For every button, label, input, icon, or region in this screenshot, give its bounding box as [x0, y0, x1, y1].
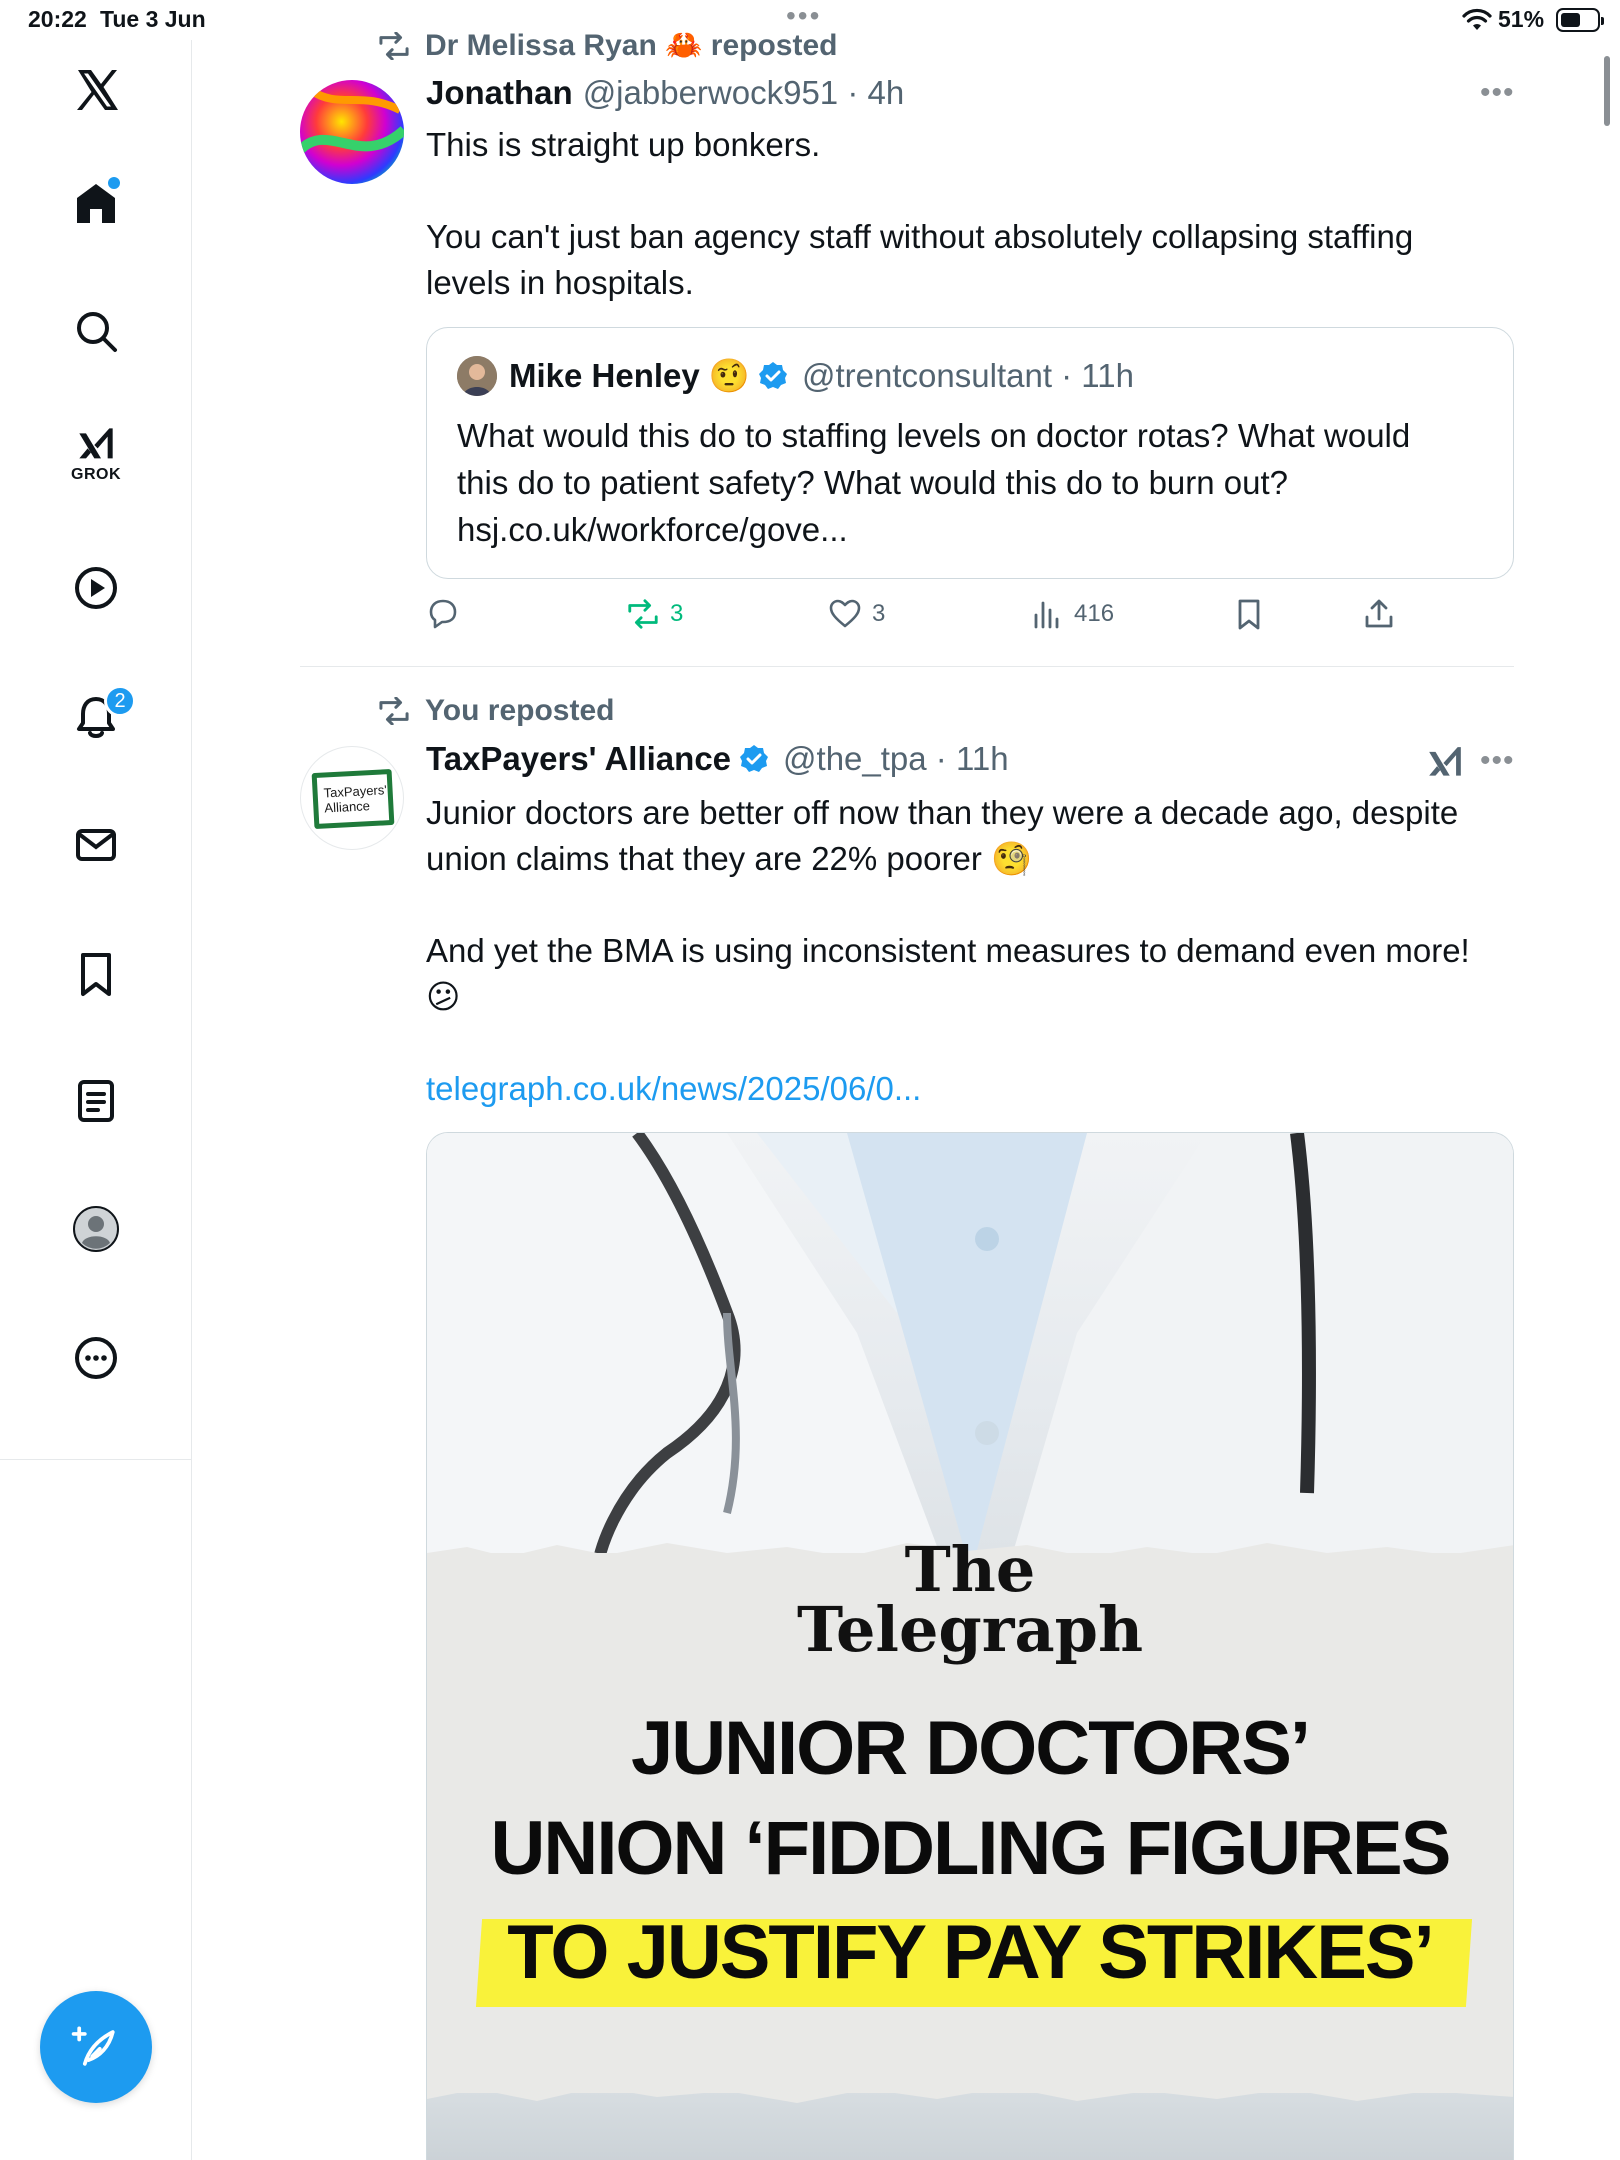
status-date: Tue 3 Jun	[100, 6, 206, 32]
x-logo-icon[interactable]	[66, 60, 126, 120]
article-link[interactable]: telegraph.co.uk/news/2025/06/0...	[426, 1066, 1526, 1112]
battery-percent: 51%	[1498, 6, 1545, 32]
verified-badge-icon	[740, 745, 769, 772]
messages-icon[interactable]	[66, 815, 126, 875]
coat-bottom	[427, 2079, 1513, 2160]
tweet-separator	[300, 666, 1514, 667]
article-image[interactable]: The Telegraph JUNIOR DOCTORS’ UNION ‘FID…	[426, 1132, 1514, 2160]
sidebar-divider	[0, 1459, 192, 1460]
views-count: 416	[1074, 600, 1115, 627]
views-button[interactable]: 416	[1030, 597, 1114, 631]
repost-context: You reposted	[377, 694, 614, 728]
status-time: 20:22	[28, 6, 87, 32]
search-icon[interactable]	[66, 301, 126, 361]
headline-line-1: JUNIOR DOCTORS’	[630, 1706, 1311, 1791]
like-count: 3	[872, 600, 886, 627]
avatar[interactable]: TaxPayers' Alliance	[300, 746, 404, 850]
bookmarks-icon[interactable]	[66, 944, 126, 1004]
verified-badge-icon	[759, 362, 788, 389]
repost-by-text[interactable]: You reposted	[425, 694, 614, 728]
repost-count: 3	[670, 600, 684, 627]
profile-icon[interactable]	[66, 1199, 126, 1259]
like-button[interactable]: 3	[828, 597, 885, 631]
multitasking-dots-icon[interactable]: •••	[786, 2, 821, 30]
tweet-line: union claims that they are 22% poorer 🧐	[426, 840, 1033, 877]
reply-button[interactable]	[426, 597, 470, 631]
more-icon[interactable]	[66, 1328, 126, 1388]
lists-icon[interactable]	[66, 1071, 126, 1131]
bookmark-button[interactable]	[1232, 597, 1266, 631]
reply-icon	[429, 599, 457, 629]
repost-icon	[379, 31, 409, 60]
avatar[interactable]	[300, 80, 404, 184]
video-icon[interactable]	[66, 558, 126, 618]
quote-line: What would this do to staffing levels on…	[457, 417, 1411, 454]
tweet-more-icon[interactable]: •••	[1480, 744, 1515, 778]
compose-icon	[71, 2026, 115, 2066]
doctor-coat-photo	[427, 1133, 1513, 1574]
quote-avatar	[457, 356, 497, 396]
wifi-icon	[1462, 8, 1492, 30]
quote-text: What would this do to staffing levels on…	[457, 412, 1487, 553]
grok-icon[interactable]: GROK	[66, 424, 126, 484]
author-name[interactable]: TaxPayers' Alliance	[426, 740, 731, 778]
quote-line: this do to patient safety? What would th…	[457, 464, 1289, 501]
grok-label: GROK	[71, 466, 121, 483]
views-icon	[1034, 601, 1059, 629]
notifications-badge: 2	[104, 685, 136, 717]
compose-button[interactable]	[40, 1991, 152, 2103]
home-unread-dot	[108, 177, 120, 189]
author-name[interactable]: Jonathan	[426, 74, 573, 112]
bookmark-icon	[1238, 599, 1260, 630]
tweet-more-icon[interactable]: •••	[1480, 76, 1515, 110]
heart-icon	[829, 599, 861, 628]
quote-header: Mike Henley 🤨 @trentconsultant · 11h	[457, 356, 1134, 396]
repost-context: Dr Melissa Ryan 🦀 reposted	[377, 28, 838, 63]
share-icon	[1365, 599, 1393, 628]
tweet-line: levels in hospitals.	[426, 264, 694, 301]
tweet-line: This is straight up bonkers.	[426, 126, 821, 163]
quoted-tweet[interactable]: Mike Henley 🤨 @trentconsultant · 11h Wha…	[426, 327, 1514, 579]
repost-by-text[interactable]: Dr Melissa Ryan 🦀 reposted	[425, 28, 838, 63]
headline-line-3: TO JUSTIFY PAY STRIKES’	[507, 1910, 1434, 1995]
tweet-text: This is straight up bonkers. You can't j…	[426, 122, 1526, 306]
repost-icon	[628, 599, 658, 629]
tweet-header: Jonathan @jabberwock951 · 4h	[426, 74, 904, 112]
battery-icon	[1556, 8, 1604, 32]
grok-explain-icon[interactable]	[1426, 744, 1464, 782]
tweet-text: Junior doctors are better off now than t…	[426, 790, 1526, 1112]
author-handle-time[interactable]: @jabberwock951 · 4h	[583, 74, 905, 112]
notifications-icon[interactable]: 2	[66, 685, 136, 747]
tweet-header: TaxPayers' Alliance @the_tpa · 11h	[426, 740, 1009, 778]
tweet-line: 😕	[426, 978, 461, 1015]
quote-author-name: Mike Henley 🤨	[509, 356, 751, 394]
home-icon[interactable]	[66, 173, 126, 233]
avatar-logo: TaxPayers' Alliance	[311, 768, 395, 830]
headline-line-2: UNION ‘FIDDLING FIGURES	[490, 1806, 1452, 1891]
tweet-line: Junior doctors are better off now than t…	[426, 794, 1459, 831]
share-button[interactable]	[1362, 597, 1396, 631]
telegraph-logo-line-2: Telegraph	[796, 1593, 1144, 1666]
repost-button[interactable]: 3	[626, 597, 683, 631]
author-handle-time[interactable]: @the_tpa · 11h	[783, 740, 1009, 778]
scrollbar[interactable]	[1604, 56, 1610, 126]
tweet-actions: 3 3 416	[426, 597, 1426, 637]
repost-icon	[379, 697, 409, 725]
sidebar: GROK 2	[0, 40, 192, 2160]
tweet-line: And yet the BMA is using inconsistent me…	[426, 932, 1470, 969]
quote-line: hsj.co.uk/workforce/gove...	[457, 511, 848, 548]
quote-handle-time: @trentconsultant · 11h	[802, 357, 1134, 394]
tweet-line: You can't just ban agency staff without …	[426, 218, 1414, 255]
